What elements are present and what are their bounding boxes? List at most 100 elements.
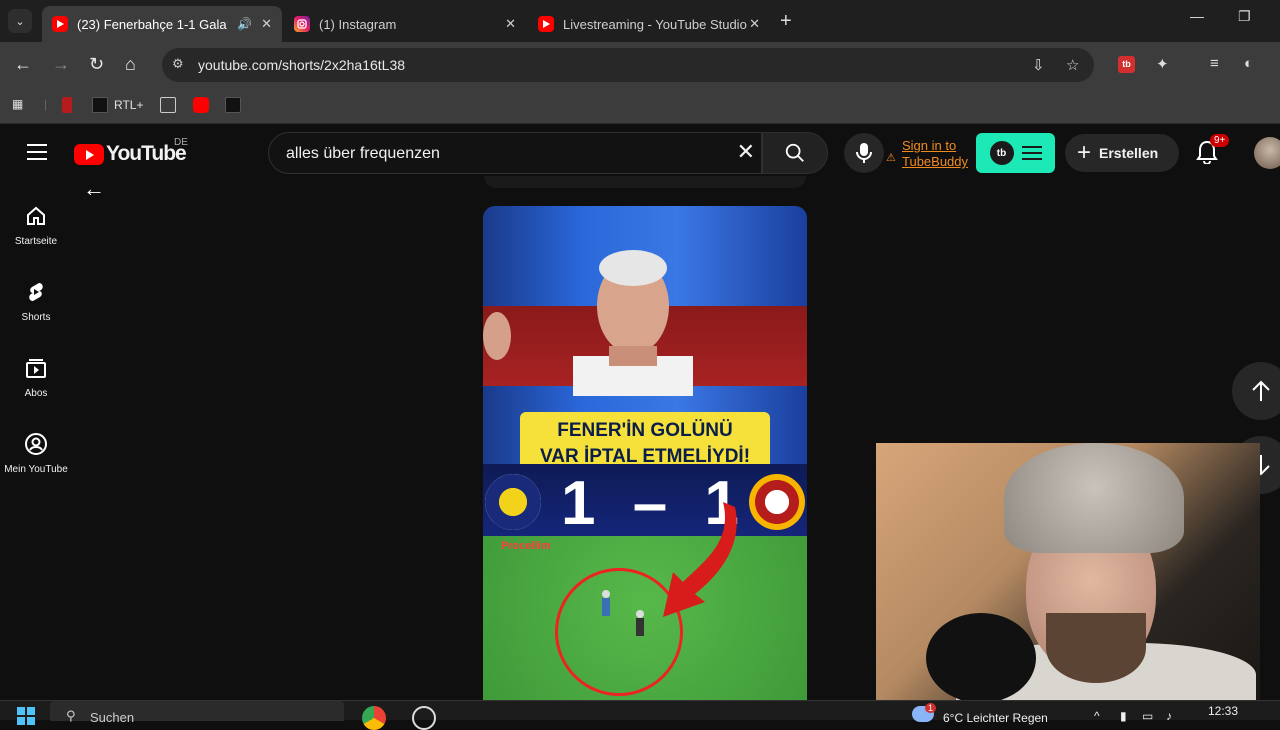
bookmark-rtl[interactable]: RTL+ [92, 97, 143, 113]
create-button[interactable]: + Erstellen [1065, 134, 1179, 172]
youtube-icon [193, 97, 209, 113]
search-button[interactable] [762, 132, 828, 174]
tubebuddy-logo-icon: tb [989, 141, 1014, 165]
weather-badge: 1 [925, 703, 937, 713]
previous-short-button[interactable] [1232, 362, 1280, 420]
voice-search-button[interactable] [844, 133, 884, 173]
rtl-icon [92, 97, 108, 113]
chevron-down-icon: ⌄ [15, 15, 25, 28]
windows-taskbar: ⚲ Suchen 1 6°C Leichter Regen ^ ▮ ▭ ♪ 12… [0, 700, 1280, 730]
tab-instagram[interactable]: (1) Instagram ✕ [284, 6, 526, 42]
guide-label: Mein YouTube [4, 464, 68, 475]
profile-icon[interactable]: ◐ [1244, 55, 1253, 72]
network-icon[interactable]: ▭ [1142, 709, 1153, 723]
previous-short-edge[interactable] [484, 176, 806, 188]
url-text[interactable]: youtube.com/shorts/2x2ha16tL38 [198, 57, 405, 73]
close-tab-icon[interactable]: ✕ [749, 16, 760, 32]
tab-title: Livestreaming - YouTube Studio [563, 16, 747, 32]
microphone-icon [856, 143, 872, 163]
new-tab-icon[interactable]: + [780, 10, 792, 33]
bookmark-star-icon[interactable]: ☆ [1066, 56, 1079, 74]
clear-search-icon[interactable]: ✕ [737, 139, 755, 165]
shorts-icon [29, 283, 43, 301]
create-label: Erstellen [1099, 145, 1159, 161]
media-control-icon[interactable]: ≡ [1210, 55, 1219, 72]
tubebuddy-extension-icon[interactable]: tb [1118, 54, 1135, 73]
speaker-icon[interactable]: 🔊 [237, 17, 252, 31]
guide-label: Startseite [14, 236, 58, 247]
guide-item-abos[interactable]: Abos [0, 356, 72, 399]
minimize-icon[interactable]: — [1190, 8, 1204, 24]
youtube-logo[interactable]: YouTube DE [74, 137, 188, 166]
menu-icon[interactable] [27, 144, 47, 165]
reload-icon[interactable]: ↻ [89, 54, 104, 75]
account-icon [25, 433, 47, 455]
youtube-play-icon [74, 143, 104, 165]
tab-youtube-studio[interactable]: Livestreaming - YouTube Studio ✕ [528, 6, 770, 42]
search-icon [785, 143, 804, 162]
tray-overflow-icon[interactable]: ^ [1094, 709, 1100, 723]
home-icon [27, 206, 45, 225]
tab-youtube[interactable]: (23) Fenerbahçe 1-1 Galata 🔊 ✕ [42, 6, 282, 42]
extensions-puzzle-icon[interactable]: ✦ [1156, 55, 1169, 73]
forward-icon[interactable]: → [52, 54, 70, 75]
search-icon: ⚲ [66, 708, 76, 723]
volume-icon[interactable]: ♪ [1166, 709, 1172, 723]
tab-title: (1) Instagram [319, 16, 397, 32]
warning-icon: ⚠ [886, 152, 896, 164]
webcam-beanie [1004, 443, 1184, 553]
guide-label: Abos [24, 388, 48, 399]
arrow-up-icon [1252, 380, 1270, 401]
bookmark-dark[interactable] [225, 97, 241, 113]
home-icon[interactable]: ⌂ [125, 54, 136, 75]
site-icon [225, 97, 241, 113]
install-app-icon[interactable]: ⇩ [1032, 56, 1045, 74]
guide-label: Shorts [21, 312, 51, 323]
search-input[interactable]: alles über frequenzen [286, 145, 440, 163]
apps-grid-icon[interactable]: ▦ [12, 97, 23, 111]
guide-item-mein-youtube[interactable]: Mein YouTube [0, 432, 72, 475]
clock-time[interactable]: 12:33 [1208, 704, 1238, 718]
back-arrow-icon[interactable]: ← [83, 176, 105, 202]
address-bar[interactable]: ⚙ youtube.com/shorts/2x2ha16tL38 ⇩ ☆ [162, 48, 1094, 82]
restore-icon[interactable]: ❐ [1238, 8, 1251, 25]
usb-icon[interactable]: ▮ [1120, 709, 1127, 723]
galatasaray-crest [749, 474, 805, 530]
fenerbahce-crest [485, 474, 541, 530]
short-video-player[interactable]: FENER'İN GOLÜNÜ VAR İPTAL ETMELİYDİ! 1 –… [483, 206, 807, 700]
bookmark-dazn[interactable] [160, 97, 176, 113]
video-watermark: Procellim [501, 540, 551, 552]
youtube-icon [52, 16, 68, 32]
guide-item-shorts[interactable]: Shorts [0, 280, 72, 323]
video-players [602, 590, 644, 636]
youtube-studio-icon [538, 16, 554, 32]
site-info-icon[interactable]: ⚙ [172, 56, 184, 72]
taskbar-search[interactable]: ⚲ Suchen [50, 701, 344, 725]
browser-toolbar: ← → ↻ ⌂ ⚙ youtube.com/shorts/2x2ha16tL38… [0, 42, 1280, 88]
account-avatar[interactable] [1254, 137, 1280, 169]
close-tab-icon[interactable]: ✕ [261, 16, 272, 32]
back-icon[interactable]: ← [14, 54, 32, 75]
tubebuddy-signin-link[interactable]: ⚠ Sign in to TubeBuddy [886, 138, 968, 170]
plus-icon: + [1077, 139, 1092, 166]
browser-tab-strip: ⌄ (23) Fenerbahçe 1-1 Galata 🔊 ✕ (1) Ins… [0, 0, 1280, 42]
signin-line1: Sign in to [902, 138, 957, 153]
obs-taskbar-icon[interactable] [412, 706, 436, 730]
caption-line1: FENER'İN GOLÜNÜ [557, 420, 733, 441]
chrome-taskbar-icon[interactable] [362, 706, 386, 730]
tubebuddy-menu-button[interactable]: tb [976, 133, 1055, 173]
guide-item-startseite[interactable]: Startseite [0, 204, 72, 247]
windows-start-icon[interactable] [17, 707, 35, 725]
weather-text[interactable]: 6°C Leichter Regen [943, 711, 1048, 725]
menu-lines-icon [1021, 146, 1042, 160]
notifications-button[interactable]: 9+ [1196, 134, 1230, 169]
search-box[interactable]: alles über frequenzen ✕ [268, 132, 762, 174]
bookmark-youtube[interactable] [193, 97, 209, 113]
close-tab-icon[interactable]: ✕ [505, 16, 516, 32]
signin-line2: TubeBuddy [902, 154, 969, 169]
bookmark-red[interactable] [62, 97, 72, 113]
video-hand [483, 312, 511, 360]
tab-search-button[interactable]: ⌄ [8, 9, 32, 33]
bookmark-divider: | [44, 97, 48, 111]
dazn-icon [160, 97, 176, 113]
